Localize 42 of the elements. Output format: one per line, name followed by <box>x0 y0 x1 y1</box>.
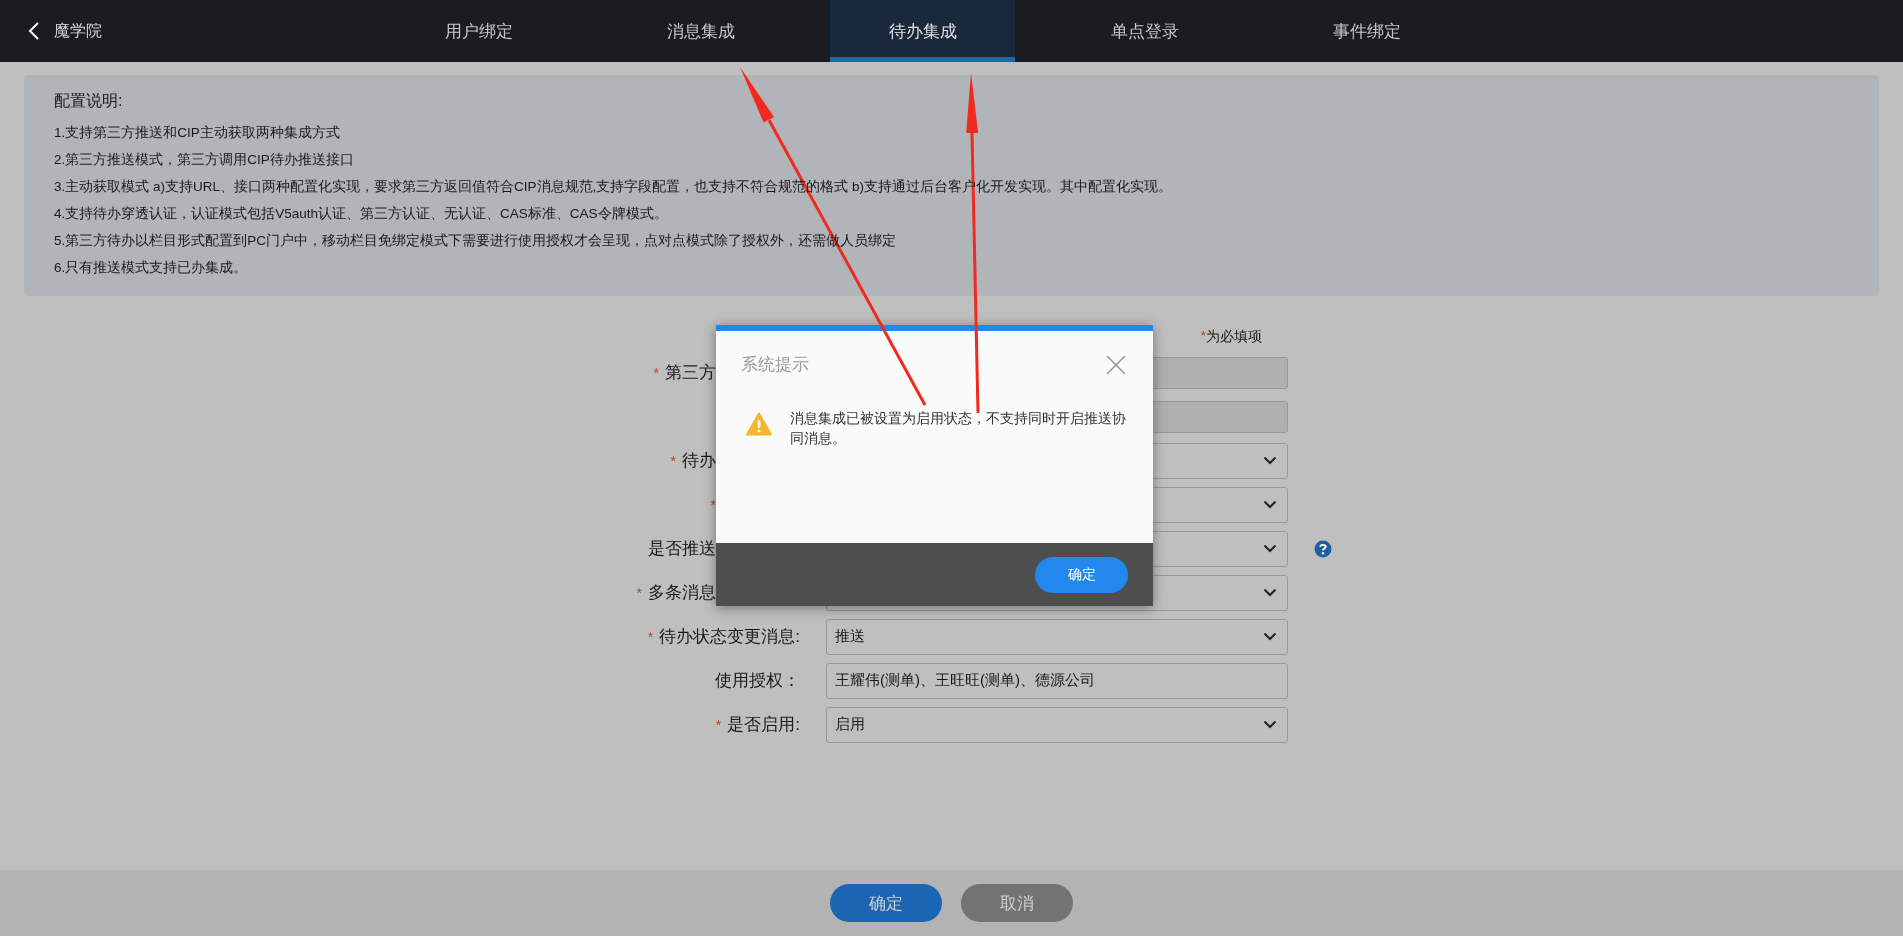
select-field[interactable]: 推送 <box>826 618 1288 655</box>
nav-tab[interactable]: 事件绑定 <box>1274 0 1459 62</box>
nav-tab[interactable]: 待办集成 <box>830 0 1015 62</box>
field-label: 使用授权： <box>715 670 800 692</box>
required-mark-label: * <box>636 584 642 601</box>
chevron-down-icon <box>1263 720 1277 729</box>
app-title: 魔学院 <box>54 20 102 41</box>
dialog-title: 系统提示 <box>741 354 809 376</box>
required-note: *为必填项 <box>1200 328 1262 346</box>
info-line: 4.支持待办穿透认证，认证模式包括V5auth认证、第三方认证、无认证、CAS标准、CAS令牌模式。 <box>54 205 669 223</box>
nav-tab[interactable]: 单点登录 <box>1052 0 1237 62</box>
info-title: 配置说明: <box>54 91 124 111</box>
field-label: 多条消息 <box>648 582 716 604</box>
dialog-message: 消息集成已被设置为启用状态，不支持同时开启推送协同消息。 <box>790 409 1127 448</box>
required-mark-label: * <box>710 496 716 513</box>
field-label: 是否推送 <box>648 538 716 560</box>
chevron-down-icon <box>1263 500 1277 509</box>
chevron-down-icon <box>1263 456 1277 465</box>
field-label: 待办状态变更消息: <box>659 626 800 648</box>
help-icon[interactable] <box>1314 539 1332 558</box>
ok-button[interactable]: 确定 <box>1035 556 1128 593</box>
info-line: 1.支持第三方推送和CIP主动获取两种集成方式 <box>54 124 341 142</box>
info-line: 2.第三方推送模式，第三方调用CIP待办推送接口 <box>54 151 355 169</box>
warning-icon <box>746 412 772 436</box>
select-field[interactable]: 启用 <box>826 706 1288 743</box>
nav-tab[interactable]: 用户绑定 <box>386 0 571 62</box>
input-field[interactable]: 王耀伟(测单)、王旺旺(测单)、德源公司 <box>826 662 1288 699</box>
required-mark-label: * <box>670 452 676 469</box>
field-label: 第三方 <box>665 362 716 384</box>
field-label: 是否启用: <box>727 714 800 736</box>
confirm-button[interactable]: 确定 <box>830 884 942 922</box>
required-mark-label: * <box>715 716 722 733</box>
nav-tab[interactable]: 消息集成 <box>608 0 793 62</box>
chevron-down-icon <box>1263 544 1277 553</box>
info-line: 6.只有推送模式支持已办集成。 <box>54 259 249 277</box>
required-mark-label: * <box>647 628 654 645</box>
field-label: 待办 <box>682 450 716 472</box>
back-icon[interactable] <box>28 21 40 41</box>
required-mark-label: * <box>653 364 659 381</box>
chevron-down-icon <box>1263 632 1277 641</box>
close-icon[interactable] <box>1105 353 1127 376</box>
chevron-down-icon <box>1263 588 1277 597</box>
